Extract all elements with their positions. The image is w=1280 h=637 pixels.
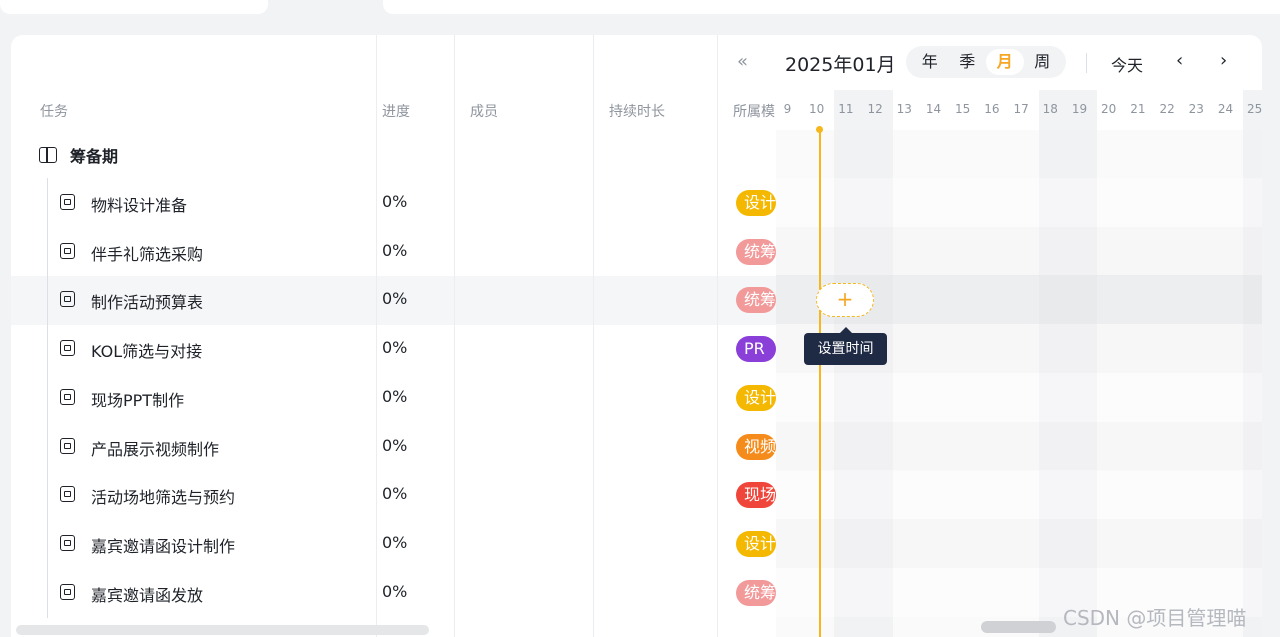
view-switcher: 年 季 月 周	[906, 46, 1066, 78]
gantt-date-label: 12	[867, 102, 883, 116]
task-name[interactable]: 嘉宾邀请函发放	[91, 582, 203, 606]
task-row[interactable]: 伴手礼筛选采购 0% 统筹	[11, 227, 776, 276]
watermark: CSDN @项目管理喵	[1063, 606, 1247, 630]
gantt-row[interactable]	[776, 226, 1262, 276]
gantt-date-label: 10	[809, 102, 825, 116]
gantt-horizontal-scrollbar[interactable]	[981, 621, 1056, 633]
gantt-row[interactable]	[776, 178, 1262, 227]
gantt-date-label: 25	[1247, 102, 1262, 116]
task-row[interactable]: 现场PPT制作 0% 设计	[11, 373, 776, 422]
group-label: 筹备期	[70, 147, 119, 166]
task-module-tag[interactable]: 设计	[736, 190, 776, 216]
task-name[interactable]: 嘉宾邀请函设计制作	[91, 533, 235, 557]
group-collapse-icon[interactable]	[39, 147, 57, 163]
current-month[interactable]: 2025年01月	[785, 50, 896, 77]
task-module-tag[interactable]: 统筹	[736, 579, 776, 606]
gantt-date-label: 24	[1217, 102, 1234, 116]
today-marker	[816, 126, 823, 133]
task-progress[interactable]: 0%	[382, 484, 407, 503]
task-row[interactable]: KOL筛选与对接 0% PR	[11, 324, 776, 373]
task-progress[interactable]: 0%	[382, 436, 407, 455]
column-header-members[interactable]: 成员	[470, 101, 498, 121]
gantt-date-label: 9	[783, 102, 792, 116]
gantt-date-label: 21	[1130, 102, 1146, 116]
task-module-tag[interactable]: PR	[736, 336, 776, 363]
gantt-date-label: 14	[925, 102, 942, 116]
task-row[interactable]: 制作活动预算表 0% 统筹	[11, 275, 776, 324]
gantt-row[interactable]	[776, 421, 1262, 471]
task-progress[interactable]: 0%	[382, 338, 407, 357]
task-icon	[60, 242, 75, 259]
gantt-panel: 任务 进度 成员 持续时长 所属模 筹备期 物料设计准备 0% 设计 伴手礼筛选采购 0…	[11, 35, 1262, 637]
task-row[interactable]: 活动场地筛选与预约 0% 现场	[11, 470, 776, 519]
task-module-tag[interactable]: 设计	[736, 384, 776, 411]
column-header-module[interactable]: 所属模	[733, 101, 776, 121]
prev-icon[interactable]: ‹	[1176, 50, 1183, 71]
task-progress[interactable]: 0%	[382, 192, 407, 211]
group-row[interactable]: 筹备期	[39, 143, 118, 167]
view-year[interactable]: 年	[911, 49, 949, 75]
gantt-date-label: 16	[984, 102, 1000, 116]
task-icon	[60, 194, 75, 210]
task-module-tag[interactable]: 现场	[736, 482, 776, 509]
task-progress[interactable]: 0%	[382, 241, 407, 260]
gantt-date-label: 23	[1188, 102, 1204, 116]
view-month[interactable]: 月	[986, 49, 1024, 75]
task-progress[interactable]: 0%	[382, 289, 407, 308]
task-name[interactable]: 制作活动预算表	[91, 289, 203, 313]
task-progress[interactable]: 0%	[382, 582, 407, 601]
task-progress[interactable]: 0%	[382, 533, 407, 552]
gantt-date-label: 11	[838, 102, 854, 116]
task-progress[interactable]: 0%	[382, 387, 407, 406]
task-name[interactable]: 产品展示视频制作	[91, 436, 219, 460]
today-button[interactable]: 今天	[1111, 52, 1143, 76]
task-name[interactable]: 物料设计准备	[91, 192, 187, 216]
gantt-date-label: 19	[1071, 102, 1088, 116]
task-name[interactable]: 伴手礼筛选采购	[91, 241, 203, 265]
top-card-right	[383, 0, 1280, 14]
task-module-tag[interactable]: 设计	[736, 530, 776, 557]
task-row[interactable]: 物料设计准备 0% 设计	[11, 178, 776, 227]
task-row[interactable]: 嘉宾邀请函发放 0% 统筹	[11, 568, 776, 617]
column-header-task[interactable]: 任务	[40, 101, 68, 121]
task-icon	[60, 486, 75, 503]
task-name[interactable]: KOL筛选与对接	[91, 338, 202, 362]
gantt-row[interactable]	[776, 372, 1262, 422]
collapse-left-icon[interactable]: «	[737, 51, 748, 72]
gantt-chart[interactable]: 9 10 11 12 13 14 15 16 17 18 19 20 21 22 23 24 25 + 设置时间	[776, 35, 1262, 637]
task-row[interactable]: 产品展示视频制作 0% 视频	[11, 422, 776, 471]
gantt-date-label: 20	[1101, 102, 1117, 116]
view-quarter[interactable]: 季	[949, 49, 987, 75]
set-time-button[interactable]: +	[816, 283, 874, 317]
view-week[interactable]: 周	[1024, 49, 1062, 75]
task-icon	[60, 534, 75, 551]
task-module-tag[interactable]: 视频	[736, 433, 776, 460]
toolbar-divider	[1086, 53, 1087, 73]
today-line	[819, 130, 821, 637]
column-header-progress[interactable]: 进度	[382, 101, 410, 121]
gantt-date-label: 18	[1042, 102, 1058, 116]
task-module-tag[interactable]: 统筹	[736, 287, 776, 314]
task-name[interactable]: 活动场地筛选与预约	[91, 484, 235, 508]
task-name[interactable]: 现场PPT制作	[91, 387, 184, 411]
task-icon	[60, 291, 75, 308]
table-horizontal-scrollbar[interactable]	[16, 625, 429, 635]
gantt-row[interactable]	[776, 518, 1262, 568]
task-icon	[60, 388, 75, 405]
gantt-date-label: 15	[955, 102, 971, 116]
set-time-tooltip: 设置时间	[804, 327, 887, 365]
task-icon	[60, 583, 75, 600]
task-module-tag[interactable]: 统筹	[736, 238, 776, 265]
gantt-date-label: 13	[896, 102, 912, 116]
task-row[interactable]: 嘉宾邀请函设计制作 0% 设计	[11, 519, 776, 568]
column-header-duration[interactable]: 持续时长	[609, 101, 665, 121]
gantt-date-label: 22	[1159, 102, 1175, 116]
top-card-left	[0, 0, 268, 14]
gantt-date-label: 17	[1013, 102, 1029, 116]
gantt-row[interactable]	[776, 470, 1262, 520]
next-icon[interactable]: ›	[1220, 50, 1227, 71]
task-icon	[60, 340, 75, 357]
task-icon	[60, 437, 75, 454]
gantt-toolbar: « 2025年01月 年 季 月 周 今天 ‹ ›	[727, 35, 1262, 91]
